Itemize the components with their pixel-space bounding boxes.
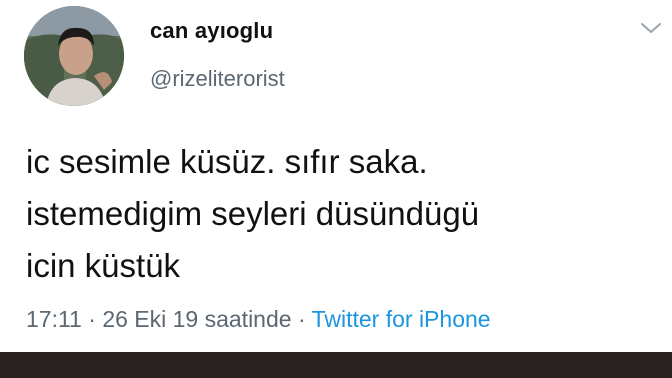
tweet-text-line: ic sesimle küsüz. sıfır saka.	[26, 143, 428, 180]
tweet-card: can ayıoglu @rizeliterorist ic sesimle k…	[0, 0, 672, 352]
bottom-bar	[0, 352, 672, 378]
tweet-time[interactable]: 17:11	[26, 306, 82, 332]
avatar[interactable]	[24, 6, 124, 106]
tweet-text-line: icin küstük	[26, 247, 181, 284]
chevron-down-icon[interactable]	[638, 18, 664, 38]
meta-separator: ·	[291, 306, 312, 332]
tweet-meta: 17:11 · 26 Eki 19 saatinde · Twitter for…	[26, 306, 491, 333]
profile-photo-icon	[24, 6, 124, 106]
tweet-date[interactable]: 26 Eki 19 saatinde	[102, 306, 291, 332]
meta-separator: ·	[81, 306, 103, 332]
tweet-source-link[interactable]: Twitter for iPhone	[312, 306, 491, 332]
tweet-text: ic sesimle küsüz. sıfır saka. istemedigi…	[26, 136, 656, 292]
display-name[interactable]: can ayıoglu	[150, 18, 273, 44]
user-handle[interactable]: @rizeliterorist	[150, 66, 285, 92]
tweet-text-line: istemedigim seyleri düsündügü	[26, 195, 480, 232]
